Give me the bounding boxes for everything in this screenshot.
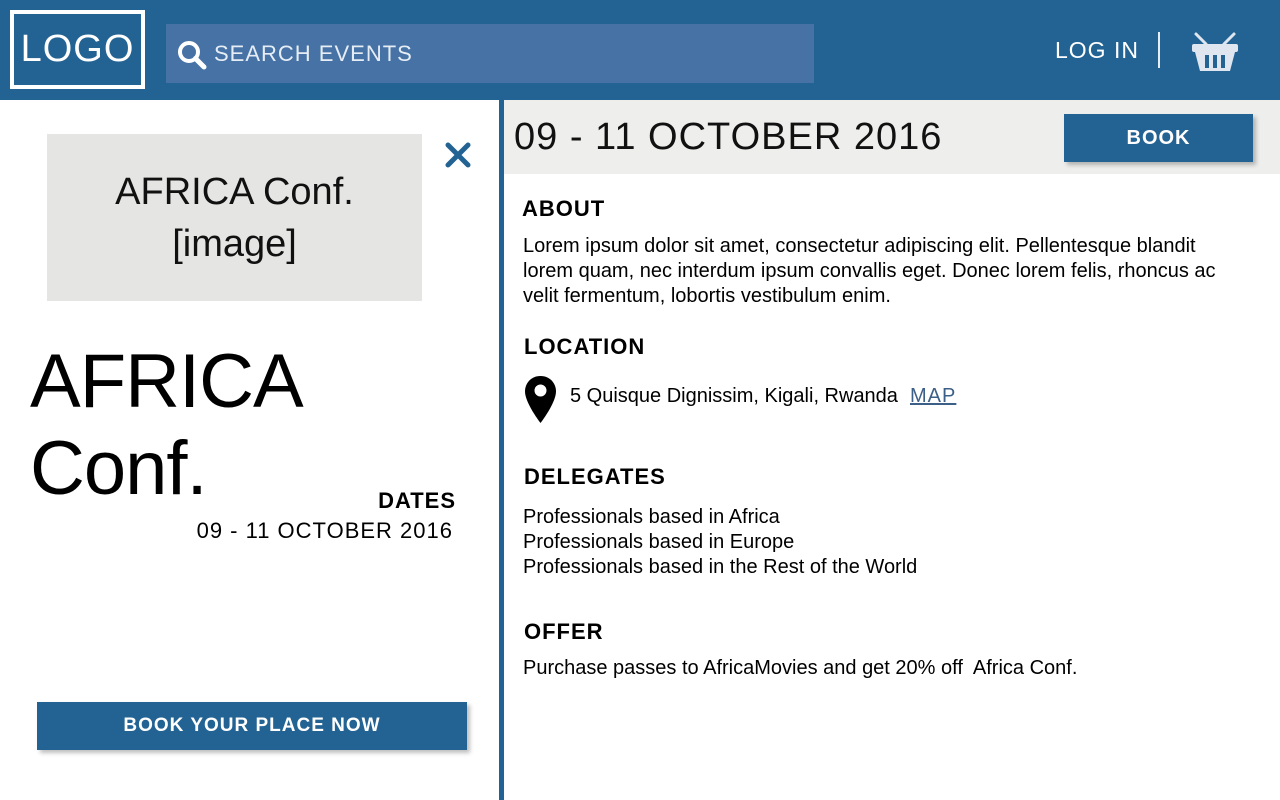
date-bar: 09 - 11 OCTOBER 2016 BOOK (504, 100, 1280, 174)
offer-text: Purchase passes to AfricaMovies and get … (523, 657, 1078, 679)
top-header: LOGO LOG IN (0, 0, 1280, 100)
search-bar[interactable] (166, 24, 814, 83)
delegate-item: Professionals based in Europe (523, 531, 795, 553)
about-heading: ABOUT (522, 196, 606, 221)
event-details-panel: 09 - 11 OCTOBER 2016 BOOK ABOUT Lorem ip… (504, 100, 1280, 800)
delegate-item: Professionals based in Africa (523, 506, 780, 528)
header-divider (1158, 32, 1160, 68)
delegate-item: Professionals based in the Rest of the W… (523, 556, 918, 578)
basket-icon[interactable] (1190, 30, 1240, 74)
event-image-placeholder: AFRICA Conf. [image] (47, 134, 422, 301)
close-icon[interactable] (443, 140, 473, 170)
location-heading: LOCATION (524, 334, 646, 359)
image-caption-label: [image] (172, 222, 297, 265)
login-link[interactable]: LOG IN (1055, 37, 1139, 64)
event-title: AFRICA Conf. (30, 339, 300, 511)
location-address: 5 Quisque Dignissim, Kigali, Rwanda (570, 385, 898, 407)
delegates-heading: DELEGATES (524, 464, 666, 489)
event-date-heading: 09 - 11 OCTOBER 2016 (514, 116, 943, 158)
about-text: Lorem ipsum dolor sit amet, consectetur … (523, 235, 1216, 307)
event-summary-panel: AFRICA Conf. [image] AFRICA Conf. DATES … (0, 100, 499, 800)
map-link[interactable]: MAP (910, 385, 956, 408)
offer-heading: OFFER (524, 619, 604, 644)
logo[interactable]: LOGO (10, 10, 145, 89)
location-pin-icon (525, 376, 556, 423)
search-input[interactable] (214, 24, 804, 83)
book-your-place-button[interactable]: BOOK YOUR PLACE NOW (37, 702, 467, 750)
image-caption-title: AFRICA Conf. (115, 170, 354, 213)
search-icon[interactable] (176, 39, 208, 71)
dates-label: DATES (378, 488, 456, 513)
book-button[interactable]: BOOK (1064, 114, 1253, 162)
dates-value: 09 - 11 OCTOBER 2016 (196, 518, 453, 543)
